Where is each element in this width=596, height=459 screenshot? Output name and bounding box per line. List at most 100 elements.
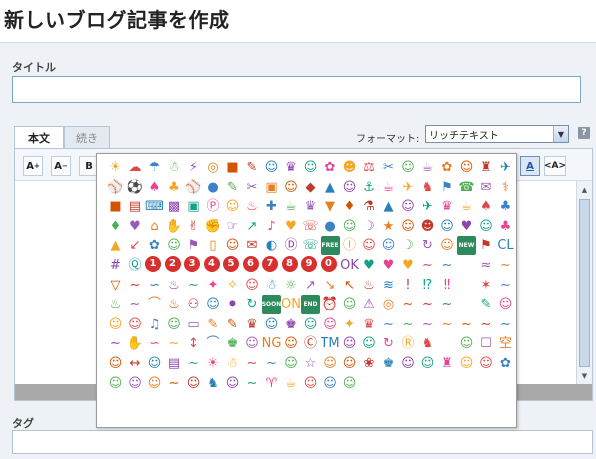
emoji-cell[interactable]: 1 — [145, 255, 161, 272]
emoji-cell[interactable]: ⌒ — [204, 334, 223, 353]
emoji-cell[interactable]: ∼ — [438, 315, 457, 334]
emoji-cell[interactable]: ♦ — [106, 217, 125, 236]
emoji-cell[interactable]: ● — [204, 178, 223, 197]
emoji-cell[interactable]: ▣ — [262, 178, 281, 197]
emoji-cell[interactable]: ☺ — [438, 236, 457, 255]
emoji-cell[interactable]: ▼ — [321, 197, 340, 216]
emoji-cell[interactable]: ♣ — [165, 178, 184, 197]
emoji-cell[interactable]: ❀ — [360, 354, 379, 373]
emoji-cell[interactable]: ∼ — [184, 354, 203, 373]
emoji-cell[interactable]: ☺ — [360, 334, 379, 353]
emoji-cell[interactable]: OK — [340, 256, 359, 275]
emoji-cell[interactable]: ∼ — [477, 315, 496, 334]
emoji-cell[interactable]: 0 — [320, 255, 337, 272]
scroll-up-icon[interactable]: ▲ — [579, 184, 590, 195]
emoji-cell[interactable]: ⚽ — [126, 178, 145, 197]
emoji-cell[interactable]: 5 — [223, 255, 239, 272]
emoji-cell[interactable]: ⌂ — [145, 217, 164, 236]
emoji-cell[interactable]: ✎ — [223, 315, 242, 334]
title-input[interactable] — [12, 76, 581, 103]
emoji-cell[interactable]: ∼ — [126, 276, 145, 295]
emoji-cell[interactable]: ⚕ — [496, 178, 515, 197]
emoji-cell[interactable]: ✚ — [262, 197, 281, 216]
emoji-cell[interactable]: FREE — [320, 236, 340, 256]
emoji-cell[interactable]: ☕ — [282, 374, 301, 393]
emoji-cell[interactable]: Ⓒ — [301, 334, 320, 353]
emoji-cell[interactable]: ≋ — [379, 276, 398, 295]
emoji-cell[interactable]: ⏰ — [321, 295, 340, 314]
emoji-cell[interactable]: ☺ — [223, 197, 242, 216]
emoji-cell[interactable]: ☺ — [496, 295, 515, 314]
emoji-cell[interactable]: ☼ — [282, 276, 301, 295]
emoji-cell[interactable]: ☺ — [340, 178, 359, 197]
emoji-cell[interactable]: ☎ — [457, 178, 476, 197]
emoji-cell[interactable]: ⁉ — [418, 276, 437, 295]
emoji-cell[interactable]: ♚ — [282, 315, 301, 334]
emoji-cell[interactable]: ▲ — [379, 197, 398, 216]
emoji-cell[interactable]: ↻ — [243, 295, 262, 314]
emoji-cell[interactable]: ∽ — [145, 334, 164, 353]
emoji-cell[interactable]: ✶ — [477, 276, 496, 295]
html-toggle-button[interactable]: <A> — [544, 156, 566, 176]
emoji-cell[interactable]: ↗ — [243, 217, 262, 236]
emoji-cell[interactable]: ∼ — [243, 354, 262, 373]
emoji-cell[interactable]: ✎ — [204, 315, 223, 334]
emoji-cell[interactable]: ↘ — [321, 276, 340, 295]
emoji-cell[interactable]: ✎ — [223, 178, 242, 197]
emoji-cell[interactable]: ∼ — [418, 295, 437, 314]
emoji-cell[interactable]: ▣ — [184, 197, 203, 216]
emoji-cell[interactable]: ✋ — [126, 334, 145, 353]
emoji-cell[interactable]: ☺ — [399, 158, 418, 177]
emoji-cell[interactable]: ☺ — [165, 315, 184, 334]
emoji-cell[interactable]: ♥ — [379, 256, 398, 275]
font-size-down-button[interactable]: A − — [51, 156, 71, 176]
emoji-cell[interactable]: ∼ — [418, 315, 437, 334]
emoji-cell[interactable]: ✈ — [496, 158, 515, 177]
emoji-cell[interactable]: ↙ — [126, 236, 145, 255]
emoji-cell[interactable]: ☺ — [321, 315, 340, 334]
emoji-cell[interactable]: ∼ — [496, 256, 515, 275]
tab-continued[interactable]: 続き — [64, 126, 110, 148]
emoji-cell[interactable]: ✉ — [243, 236, 262, 255]
emoji-cell[interactable]: ▤ — [165, 354, 184, 373]
emoji-cell[interactable]: ● — [321, 217, 340, 236]
emoji-cell[interactable]: ≈ — [477, 256, 496, 275]
emoji-cell[interactable]: ▭ — [184, 315, 203, 334]
emoji-cell[interactable]: # — [106, 256, 125, 275]
emoji-cell[interactable]: ↻ — [418, 236, 437, 255]
scroll-thumb[interactable] — [579, 199, 590, 367]
emoji-cell[interactable]: ↕ — [184, 334, 203, 353]
emoji-cell[interactable]: ✧ — [223, 276, 242, 295]
emoji-cell[interactable]: ☻ — [340, 158, 359, 177]
emoji-cell[interactable]: 4 — [203, 255, 220, 272]
emoji-cell[interactable]: ☺ — [457, 354, 476, 373]
emoji-cell[interactable]: ♈ — [262, 374, 281, 393]
emoji-cell[interactable]: ⚇ — [184, 295, 203, 314]
tab-body[interactable]: 本文 — [14, 126, 64, 149]
emoji-cell[interactable]: ♛ — [360, 315, 379, 334]
emoji-cell[interactable]: ★ — [379, 217, 398, 236]
emoji-cell[interactable]: ∼ — [496, 276, 515, 295]
emoji-cell[interactable]: ✿ — [321, 158, 340, 177]
emoji-cell[interactable]: ⚠ — [360, 295, 379, 314]
emoji-cell[interactable]: ▽ — [106, 276, 125, 295]
emoji-cell[interactable]: ☺ — [223, 374, 242, 393]
emoji-cell[interactable]: ✂ — [243, 178, 262, 197]
emoji-cell[interactable]: ♜ — [438, 354, 457, 373]
emoji-cell[interactable]: ⚓ — [360, 178, 379, 197]
emoji-cell[interactable]: ♛ — [282, 158, 301, 177]
emoji-cell[interactable]: Ⓟ — [204, 197, 223, 216]
emoji-cell[interactable]: ☕ — [379, 178, 398, 197]
emoji-cell[interactable]: ⚑ — [184, 236, 203, 255]
emoji-cell[interactable]: ☺ — [165, 236, 184, 255]
font-size-up-button[interactable]: A + — [23, 156, 43, 176]
emoji-cell[interactable]: ♚ — [379, 354, 398, 373]
emoji-cell[interactable]: ☂ — [145, 158, 164, 177]
emoji-cell[interactable]: ∼ — [106, 334, 125, 353]
emoji-cell[interactable]: ∼ — [165, 334, 184, 353]
emoji-cell[interactable]: ◐ — [262, 236, 281, 255]
emoji-cell[interactable]: ◎ — [204, 158, 223, 177]
emoji-cell[interactable]: ⚡ — [184, 158, 203, 177]
help-icon[interactable]: ? — [578, 127, 590, 139]
emoji-cell[interactable]: ♨ — [360, 276, 379, 295]
